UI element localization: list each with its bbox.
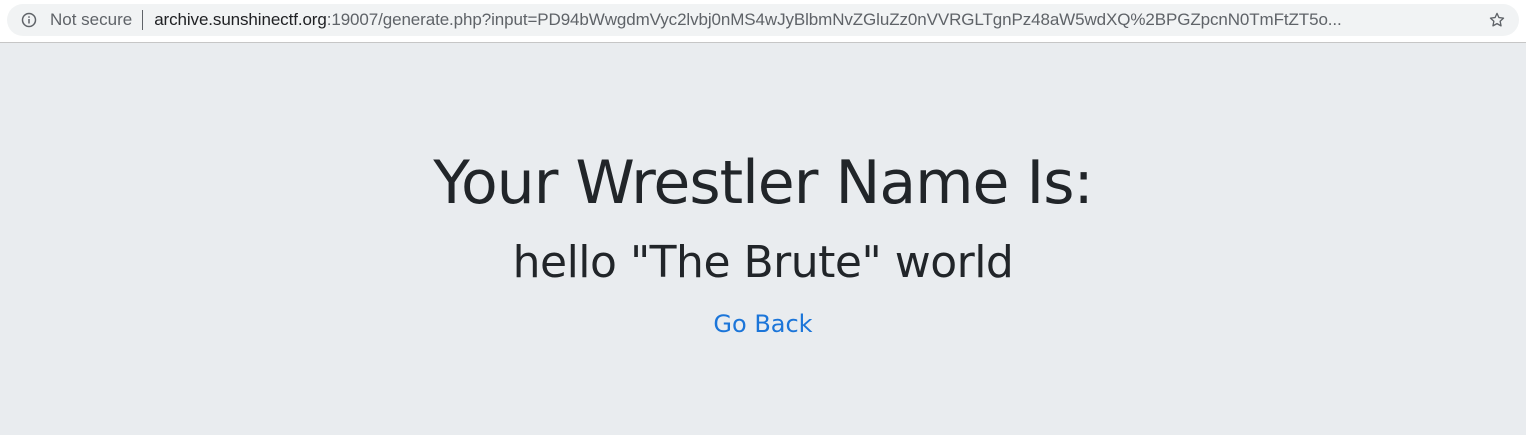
address-bar-divider [142,10,144,30]
security-status-label[interactable]: Not secure [50,10,132,30]
url-host: archive.sunshinectf.org [154,10,327,29]
wrestler-name-result: hello "The Brute" world [512,237,1014,288]
go-back-container: Go Back [0,309,1526,339]
browser-toolbar: Not secure archive.sunshinectf.org:19007… [0,0,1526,43]
info-icon[interactable] [21,12,37,28]
star-icon[interactable] [1487,10,1507,30]
page-title: Your Wrestler Name Is: [433,148,1093,218]
url-path: :19007/generate.php?input=PD94bWwgdmVyc2… [326,10,1342,29]
page-content: Your Wrestler Name Is: hello "The Brute"… [0,43,1526,435]
address-bar[interactable]: Not secure archive.sunshinectf.org:19007… [7,4,1519,36]
go-back-link[interactable]: Go Back [713,310,812,338]
url-text[interactable]: archive.sunshinectf.org:19007/generate.p… [154,10,1473,30]
